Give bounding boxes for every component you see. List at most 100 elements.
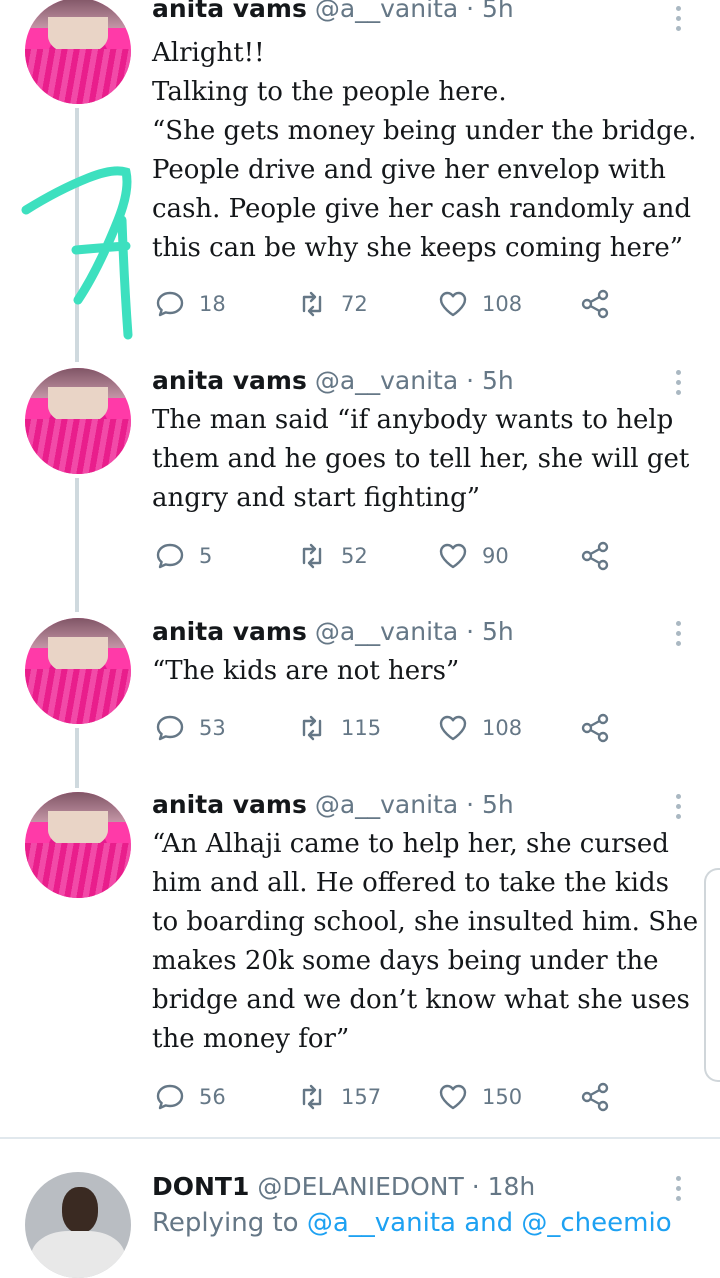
heart-icon bbox=[439, 1084, 467, 1110]
tweet-time: · 5h bbox=[466, 790, 514, 819]
reply-button[interactable]: 5 bbox=[155, 538, 212, 574]
reply-count: 53 bbox=[199, 716, 226, 740]
replying-to: Replying to @a__vanita and @_cheemio bbox=[152, 1208, 672, 1238]
tweet-text-line: bridge and we don’t know what she uses bbox=[152, 985, 690, 1015]
author-handle[interactable]: @a__vanita bbox=[315, 617, 458, 646]
more-vertical-icon[interactable] bbox=[674, 1176, 684, 1206]
tweet-text-line: “She gets money being under the bridge. bbox=[152, 116, 697, 146]
author-name[interactable]: anita vams bbox=[152, 617, 307, 646]
heart-icon bbox=[439, 291, 467, 317]
share-icon bbox=[581, 1082, 609, 1112]
tweet-text-line: “An Alhaji came to help her, she cursed bbox=[152, 829, 669, 859]
retweet-count: 72 bbox=[341, 292, 368, 316]
tweet-time: · 18h bbox=[471, 1172, 536, 1201]
tweet-text-line: “The kids are not hers” bbox=[152, 656, 460, 686]
retweet-button[interactable]: 115 bbox=[297, 710, 381, 746]
thread-divider bbox=[0, 1137, 720, 1139]
share-button[interactable] bbox=[580, 1079, 624, 1115]
avatar[interactable] bbox=[25, 368, 131, 474]
scroll-handle[interactable] bbox=[704, 868, 720, 1082]
retweet-icon bbox=[302, 1084, 322, 1110]
tweet-header: anita vams @a__vanita · 5h bbox=[152, 617, 514, 646]
reply-icon bbox=[156, 1084, 184, 1110]
author-name[interactable]: anita vams bbox=[152, 366, 307, 395]
share-icon bbox=[581, 541, 609, 571]
share-icon bbox=[581, 713, 609, 743]
author-handle[interactable]: @a__vanita bbox=[315, 790, 458, 819]
tweet-text-line: him and all. He offered to take the kids bbox=[152, 868, 669, 898]
heart-icon bbox=[439, 543, 467, 569]
tweet-text-line: People drive and give her envelop with bbox=[152, 155, 666, 185]
tweet-text-line: to boarding school, she insulted him. Sh… bbox=[152, 907, 699, 937]
tweet-text: The man said “if anybody wants to help t… bbox=[152, 401, 712, 518]
avatar[interactable] bbox=[25, 792, 131, 898]
tweet-text: Alright!! Talking to the people here. “S… bbox=[152, 34, 712, 268]
avatar[interactable] bbox=[25, 618, 131, 724]
like-count: 90 bbox=[482, 544, 509, 568]
like-button[interactable]: 108 bbox=[438, 710, 522, 746]
retweet-count: 157 bbox=[341, 1085, 382, 1109]
tweet-header: anita vams @a__vanita · 5h bbox=[152, 366, 514, 395]
reply-icon bbox=[156, 715, 184, 741]
thread-connector bbox=[75, 728, 79, 788]
tweet-actions: 56 157 150 bbox=[155, 1079, 635, 1115]
more-vertical-icon[interactable] bbox=[674, 6, 684, 36]
tweet-text-line: cash. People give her cash randomly and bbox=[152, 194, 691, 224]
tweet-actions: 5 52 90 bbox=[155, 538, 635, 574]
reply-count: 18 bbox=[199, 292, 226, 316]
author-handle[interactable]: @a__vanita bbox=[315, 366, 458, 395]
tweet-time: · 5h bbox=[466, 0, 514, 23]
retweet-button[interactable]: 72 bbox=[297, 286, 368, 322]
share-button[interactable] bbox=[580, 710, 624, 746]
retweet-button[interactable]: 157 bbox=[297, 1079, 381, 1115]
replying-prefix: Replying to bbox=[152, 1208, 299, 1238]
tweet-text: “The kids are not hers” bbox=[152, 652, 712, 691]
share-button[interactable] bbox=[580, 538, 624, 574]
author-handle[interactable]: @DELANIEDONT bbox=[257, 1172, 463, 1201]
more-vertical-icon[interactable] bbox=[674, 794, 684, 824]
more-vertical-icon[interactable] bbox=[674, 370, 684, 400]
tweet-text-line: makes 20k some days being under the bbox=[152, 946, 659, 976]
like-button[interactable]: 90 bbox=[438, 538, 509, 574]
tweet-time: · 5h bbox=[466, 617, 514, 646]
author-name[interactable]: anita vams bbox=[152, 790, 307, 819]
reply-count: 56 bbox=[199, 1085, 226, 1109]
tweet-header: anita vams @a__vanita · 5h bbox=[152, 790, 514, 819]
avatar[interactable] bbox=[25, 1172, 131, 1278]
retweet-icon bbox=[302, 291, 322, 317]
tweet-text-line: angry and start fighting” bbox=[152, 483, 481, 513]
retweet-count: 52 bbox=[341, 544, 368, 568]
tweet-header: DONT1 @DELANIEDONT · 18h bbox=[152, 1172, 535, 1201]
replying-to-handles[interactable]: @a__vanita and @_cheemio bbox=[307, 1208, 672, 1238]
reply-icon bbox=[156, 543, 184, 569]
scribble-annotation bbox=[21, 166, 133, 340]
like-count: 150 bbox=[482, 1085, 523, 1109]
retweet-button[interactable]: 52 bbox=[297, 538, 368, 574]
reply-icon bbox=[156, 291, 184, 317]
reply-button[interactable]: 53 bbox=[155, 710, 226, 746]
author-name[interactable]: DONT1 bbox=[152, 1172, 249, 1201]
tweet-text-line: The man said “if anybody wants to help bbox=[152, 405, 674, 435]
tweet-text-line: this can be why she keeps coming here” bbox=[152, 233, 684, 263]
tweet-text-line: the money for” bbox=[152, 1024, 350, 1054]
retweet-icon bbox=[302, 543, 322, 569]
like-count: 108 bbox=[482, 716, 523, 740]
tweet-text-line: Talking to the people here. bbox=[152, 77, 507, 107]
tweet-text-line: Alright!! bbox=[152, 38, 265, 68]
retweet-count: 115 bbox=[341, 716, 382, 740]
reply-count: 5 bbox=[199, 544, 213, 568]
reply-button[interactable]: 56 bbox=[155, 1079, 226, 1115]
heart-icon bbox=[439, 715, 467, 741]
author-handle[interactable]: @a__vanita bbox=[315, 0, 458, 23]
avatar[interactable] bbox=[25, 0, 131, 104]
like-button[interactable]: 150 bbox=[438, 1079, 522, 1115]
tweet-header: anita vams @a__vanita · 5h bbox=[152, 0, 514, 23]
like-button[interactable]: 108 bbox=[438, 286, 522, 322]
author-name[interactable]: anita vams bbox=[152, 0, 307, 23]
tweet-text-line: them and he goes to tell her, she will g… bbox=[152, 444, 690, 474]
more-vertical-icon[interactable] bbox=[674, 621, 684, 651]
tweet-actions: 53 115 108 bbox=[155, 710, 635, 746]
share-button[interactable] bbox=[580, 286, 624, 322]
tweet-text: “An Alhaji came to help her, she cursed … bbox=[152, 825, 712, 1059]
reply-button[interactable]: 18 bbox=[155, 286, 226, 322]
